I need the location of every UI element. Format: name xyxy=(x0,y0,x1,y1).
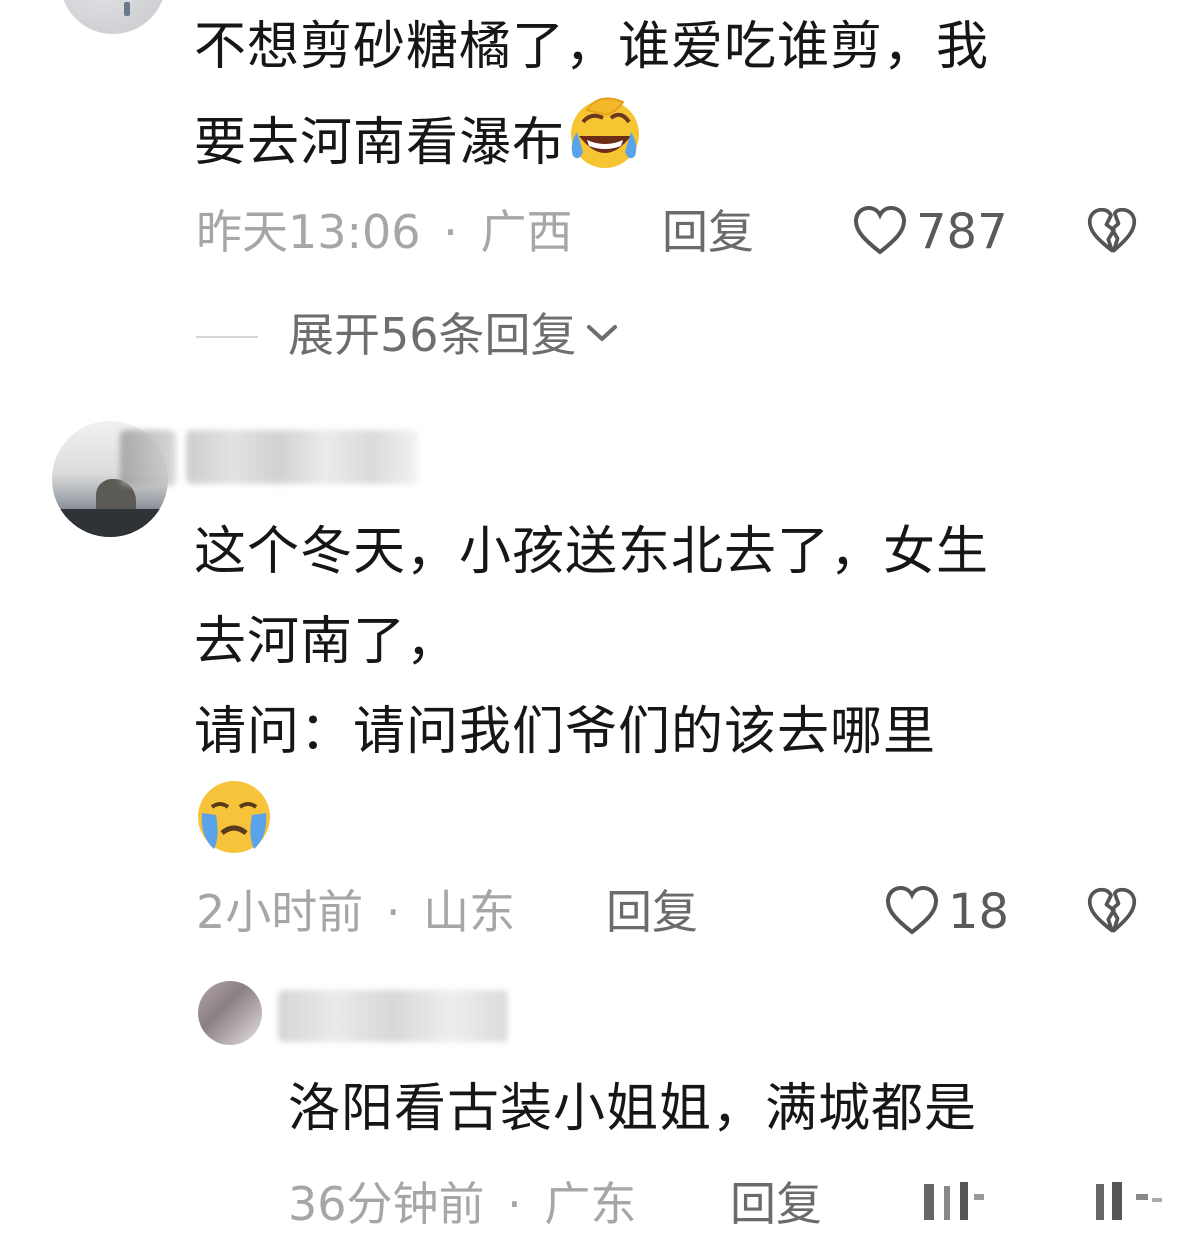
comment-text: 这个冬天，小孩送东北去了，女生 去河南了， 请问：请问我们爷们的该去哪里 xyxy=(194,507,1184,867)
comment-text-line: 不想剪砂糖橘了，谁爱吃谁剪，我 xyxy=(194,17,990,77)
broken-heart-icon[interactable] xyxy=(1086,886,1138,938)
reply-button[interactable]: 回复 xyxy=(730,1174,822,1234)
chevron-down-icon xyxy=(585,321,619,349)
reply-location: 广东 xyxy=(544,1177,637,1231)
meta-separator: · xyxy=(385,885,401,939)
comment-location: 山东 xyxy=(423,885,516,939)
heart-icon[interactable] xyxy=(884,884,940,940)
comment-text: 不想剪砂糖橘了，谁爱吃谁剪，我 要去河南看瀑布 xyxy=(194,2,1184,200)
username[interactable] xyxy=(278,990,508,1042)
reply-meta: 36分钟前 · 广东 xyxy=(288,1174,636,1234)
comment-location: 广西 xyxy=(480,205,573,259)
comment-text-line: 要去河南看瀑布 xyxy=(194,92,1184,200)
expand-replies-button[interactable]: 展开56条回复 xyxy=(288,305,619,365)
meta-separator: · xyxy=(507,1177,522,1231)
like-count: 787 xyxy=(916,204,1008,260)
avatar[interactable] xyxy=(198,981,262,1045)
comment-time: 2小时前 xyxy=(196,885,364,939)
reply-text: 洛阳看古装小姐姐，满城都是 xyxy=(288,1079,978,1139)
username[interactable] xyxy=(120,430,176,486)
broken-heart-icon[interactable] xyxy=(1090,1180,1170,1224)
heart-icon[interactable] xyxy=(852,204,908,260)
heart-icon[interactable] xyxy=(916,1180,986,1224)
comment-text-span: 要去河南看瀑布 xyxy=(194,113,566,173)
broken-heart-icon[interactable] xyxy=(1086,206,1138,258)
avatar[interactable] xyxy=(60,0,166,34)
comment-time: 昨天13:06 xyxy=(196,205,421,259)
reply-time: 36分钟前 xyxy=(288,1177,485,1231)
reply-button[interactable]: 回复 xyxy=(662,202,754,262)
divider xyxy=(196,336,258,338)
comment-text-line: 这个冬天，小孩送东北去了，女生 xyxy=(194,522,990,582)
comment-text-line: 去河南了， xyxy=(194,612,460,672)
comment-meta: 昨天13:06 · 广西 xyxy=(196,202,572,262)
username[interactable] xyxy=(186,430,418,484)
reply-button[interactable]: 回复 xyxy=(606,882,698,942)
comment-meta: 2小时前 · 山东 xyxy=(196,882,515,942)
expand-replies-label: 展开56条回复 xyxy=(288,308,577,362)
meta-separator: · xyxy=(443,205,458,259)
laughing-crying-emoji-icon xyxy=(565,92,645,200)
crying-emoji-icon xyxy=(194,777,274,885)
comment-text-line xyxy=(194,777,1184,867)
comment-text-line: 请问：请问我们爷们的该去哪里 xyxy=(194,702,937,762)
like-count: 18 xyxy=(948,884,1010,940)
